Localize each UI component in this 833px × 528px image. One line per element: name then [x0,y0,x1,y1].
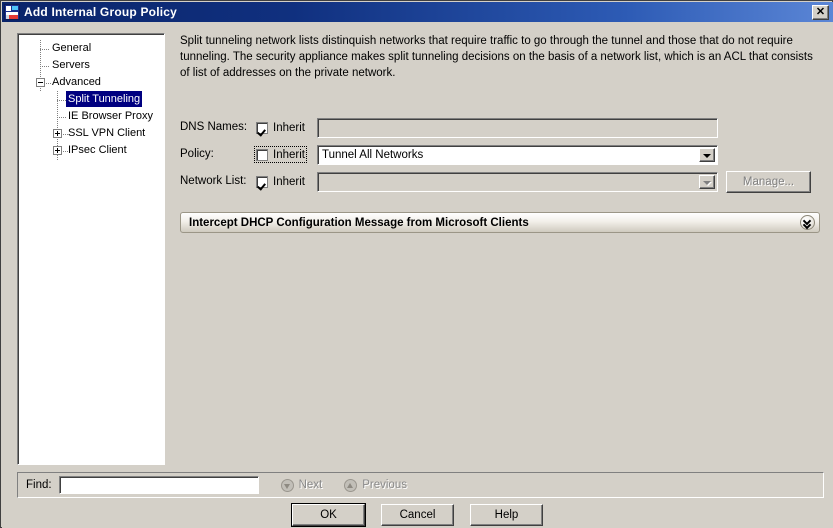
tree-expander-minus-icon[interactable] [36,78,45,87]
tree-expander-plus-icon[interactable] [53,129,62,138]
network-list-inherit-checkbox[interactable]: Inherit [254,173,307,190]
network-list-dropdown[interactable] [317,172,718,192]
inherit-label: Inherit [273,148,305,161]
find-input[interactable] [58,476,259,494]
manage-button[interactable]: Manage... [726,171,811,193]
find-label: Find: [26,479,52,491]
navigation-tree: General Servers Advanced Split Tunneling [18,34,164,160]
close-button[interactable]: ✕ [812,4,829,20]
dialog-button-row: OK Cancel Help [2,503,833,527]
description-text: Split tunneling network lists distinquis… [180,35,813,79]
ok-button[interactable]: OK [291,503,366,527]
policy-dropdown[interactable]: Tunnel All Networks [317,145,718,165]
tree-item-label: IE Browser Proxy [68,110,153,122]
tree-expander-plus-icon[interactable] [53,146,62,155]
tree-item-label: General [52,42,92,54]
tree-item-label: Split Tunneling [66,91,143,107]
checkbox-icon [256,148,268,161]
dialog-window: Add Internal Group Policy ✕ General Serv… [0,0,833,528]
find-next-label: Next [298,479,323,491]
dns-names-label: DNS Names: [180,121,248,133]
navigation-tree-panel[interactable]: General Servers Advanced Split Tunneling [17,33,165,465]
policy-label: Policy: [180,148,214,160]
cancel-button[interactable]: Cancel [381,504,454,526]
tree-item-label: Advanced [52,76,101,88]
find-bar: Find: Next Previous [17,472,824,498]
tree-item-advanced[interactable]: Advanced [18,74,164,91]
double-chevron-down-icon[interactable] [800,215,815,230]
checkbox-icon [256,175,268,188]
window-title: Add Internal Group Policy [24,5,178,19]
find-previous-button[interactable]: Previous [344,478,407,492]
tree-item-ipsec-client[interactable]: IPsec Client [18,142,164,159]
tree-item-ssl-vpn-client[interactable]: SSL VPN Client [18,125,164,142]
help-button[interactable]: Help [470,504,543,526]
tree-item-split-tunneling[interactable]: Split Tunneling [18,91,164,108]
close-icon: ✕ [815,5,826,18]
arrow-down-circle-icon [280,478,294,492]
section-title: Intercept DHCP Configuration Message fro… [189,216,529,229]
policy-value: Tunnel All Networks [322,149,424,161]
settings-content: Split tunneling network lists distinquis… [178,33,823,465]
dns-names-inherit-checkbox[interactable]: Inherit [254,119,307,136]
find-previous-label: Previous [362,479,407,491]
policy-inherit-checkbox[interactable]: Inherit [254,146,307,163]
inherit-label: Inherit [273,175,305,188]
checkbox-icon [256,121,268,134]
tree-item-ie-browser-proxy[interactable]: IE Browser Proxy [18,108,164,125]
app-icon [4,4,20,20]
dns-names-row: DNS Names: Inherit [178,117,823,144]
policy-row: Policy: Inherit Tunnel All Networks [178,144,823,171]
network-list-row: Network List: Inherit Manage... [178,171,823,198]
tree-item-label: SSL VPN Client [68,127,146,139]
tree-item-servers[interactable]: Servers [18,57,164,74]
chevron-down-icon[interactable] [699,175,715,189]
tree-item-general[interactable]: General [18,40,164,57]
arrow-up-circle-icon [344,478,358,492]
dialog-client-area: General Servers Advanced Split Tunneling [2,22,833,528]
network-list-label: Network List: [180,175,247,187]
settings-form: DNS Names: Inherit Policy: Inherit Tunne… [178,117,823,198]
title-bar: Add Internal Group Policy ✕ [2,2,833,22]
inherit-label: Inherit [273,121,305,134]
chevron-down-icon[interactable] [699,148,715,162]
dns-names-input[interactable] [317,118,718,138]
find-next-button[interactable]: Next [280,478,323,492]
tree-item-label: IPsec Client [68,144,127,156]
dhcp-intercept-section-header[interactable]: Intercept DHCP Configuration Message fro… [180,212,820,233]
tree-item-label: Servers [52,59,90,71]
